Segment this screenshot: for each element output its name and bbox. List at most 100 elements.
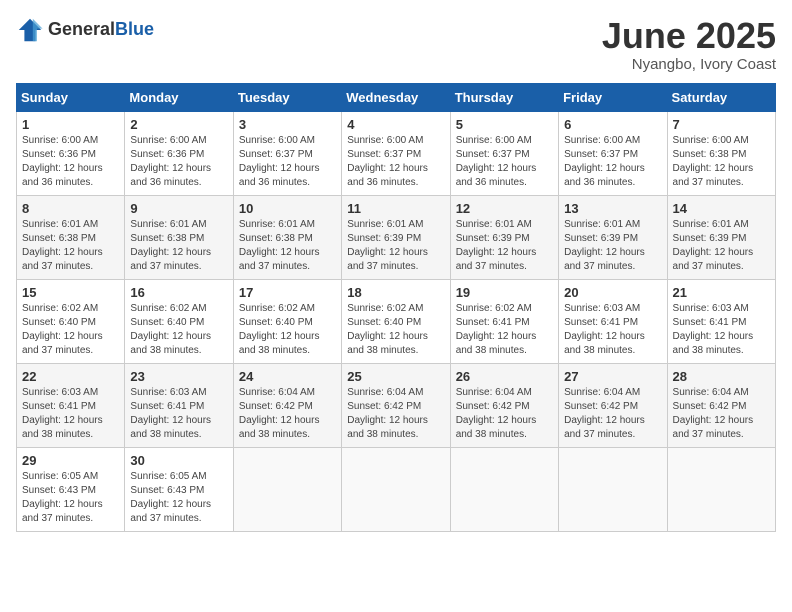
week-row-3: 15 Sunrise: 6:02 AM Sunset: 6:40 PM Dayli… bbox=[17, 279, 776, 363]
day-number: 16 bbox=[130, 285, 227, 300]
day-cell: 23Sunrise: 6:03 AM Sunset: 6:41 PM Dayli… bbox=[125, 363, 233, 447]
title-area: June 2025 Nyangbo, Ivory Coast bbox=[602, 16, 776, 73]
week-row-4: 22Sunrise: 6:03 AM Sunset: 6:41 PM Dayli… bbox=[17, 363, 776, 447]
day-info: Sunrise: 6:00 AM Sunset: 6:37 PM Dayligh… bbox=[239, 134, 336, 190]
week-row-5: 29 Sunrise: 6:05 AM Sunset: 6:43 PM Dayli… bbox=[17, 447, 776, 531]
day-cell: 29 Sunrise: 6:05 AM Sunset: 6:43 PM Dayli… bbox=[17, 447, 125, 531]
calendar-subtitle: Nyangbo, Ivory Coast bbox=[602, 56, 776, 73]
logo: General Blue bbox=[16, 16, 154, 44]
day-info: Sunrise: 6:02 AM Sunset: 6:40 PM Dayligh… bbox=[239, 302, 336, 358]
day-info: Sunrise: 6:04 AM Sunset: 6:42 PM Dayligh… bbox=[456, 386, 553, 442]
day-cell: 9 Sunrise: 6:01 AM Sunset: 6:38 PM Daylig… bbox=[125, 195, 233, 279]
day-cell: 16 Sunrise: 6:02 AM Sunset: 6:40 PM Dayli… bbox=[125, 279, 233, 363]
day-cell: 13Sunrise: 6:01 AM Sunset: 6:39 PM Dayli… bbox=[559, 195, 667, 279]
day-info: Sunrise: 6:01 AM Sunset: 6:38 PM Dayligh… bbox=[239, 218, 336, 274]
day-info: Sunrise: 6:03 AM Sunset: 6:41 PM Dayligh… bbox=[22, 386, 119, 442]
weekday-header-wednesday: Wednesday bbox=[342, 83, 450, 111]
day-info: Sunrise: 6:00 AM Sunset: 6:37 PM Dayligh… bbox=[564, 134, 661, 190]
logo-blue: Blue bbox=[115, 20, 154, 40]
day-number: 17 bbox=[239, 285, 336, 300]
day-info: Sunrise: 6:03 AM Sunset: 6:41 PM Dayligh… bbox=[673, 302, 770, 358]
day-cell: 8 Sunrise: 6:01 AM Sunset: 6:38 PM Daylig… bbox=[17, 195, 125, 279]
weekday-header-saturday: Saturday bbox=[667, 83, 775, 111]
day-cell bbox=[342, 447, 450, 531]
day-cell: 6Sunrise: 6:00 AM Sunset: 6:37 PM Daylig… bbox=[559, 111, 667, 195]
day-number: 20 bbox=[564, 285, 661, 300]
day-info: Sunrise: 6:01 AM Sunset: 6:39 PM Dayligh… bbox=[456, 218, 553, 274]
day-info: Sunrise: 6:03 AM Sunset: 6:41 PM Dayligh… bbox=[564, 302, 661, 358]
logo-general: General bbox=[48, 20, 115, 40]
day-cell: 10Sunrise: 6:01 AM Sunset: 6:38 PM Dayli… bbox=[233, 195, 341, 279]
weekday-header-friday: Friday bbox=[559, 83, 667, 111]
day-info: Sunrise: 6:05 AM Sunset: 6:43 PM Dayligh… bbox=[130, 470, 227, 526]
day-cell: 18Sunrise: 6:02 AM Sunset: 6:40 PM Dayli… bbox=[342, 279, 450, 363]
day-info: Sunrise: 6:01 AM Sunset: 6:38 PM Dayligh… bbox=[130, 218, 227, 274]
weekday-header-thursday: Thursday bbox=[450, 83, 558, 111]
day-cell: 20 Sunrise: 6:03 AM Sunset: 6:41 PM Dayli… bbox=[559, 279, 667, 363]
day-cell: 2 Sunrise: 6:00 AM Sunset: 6:36 PM Daylig… bbox=[125, 111, 233, 195]
calendar-title: June 2025 bbox=[602, 16, 776, 56]
day-number: 21 bbox=[673, 285, 770, 300]
day-info: Sunrise: 6:04 AM Sunset: 6:42 PM Dayligh… bbox=[347, 386, 444, 442]
day-cell: 28Sunrise: 6:04 AM Sunset: 6:42 PM Dayli… bbox=[667, 363, 775, 447]
day-cell: 1Sunrise: 6:00 AM Sunset: 6:36 PM Daylig… bbox=[17, 111, 125, 195]
day-info: Sunrise: 6:00 AM Sunset: 6:38 PM Dayligh… bbox=[673, 134, 770, 190]
day-cell: 26 Sunrise: 6:04 AM Sunset: 6:42 PM Dayli… bbox=[450, 363, 558, 447]
day-info: Sunrise: 6:00 AM Sunset: 6:37 PM Dayligh… bbox=[347, 134, 444, 190]
day-cell: 19Sunrise: 6:02 AM Sunset: 6:41 PM Dayli… bbox=[450, 279, 558, 363]
header: General Blue June 2025 Nyangbo, Ivory Co… bbox=[16, 16, 776, 73]
day-info: Sunrise: 6:00 AM Sunset: 6:37 PM Dayligh… bbox=[456, 134, 553, 190]
weekday-header-monday: Monday bbox=[125, 83, 233, 111]
day-number: 29 bbox=[22, 453, 119, 468]
day-cell: 15 Sunrise: 6:02 AM Sunset: 6:40 PM Dayli… bbox=[17, 279, 125, 363]
day-cell: 3 Sunrise: 6:00 AM Sunset: 6:37 PM Daylig… bbox=[233, 111, 341, 195]
logo-icon bbox=[16, 16, 44, 44]
day-number: 26 bbox=[456, 369, 553, 384]
week-row-1: 1 Sunrise: 6:00 AM Sunset: 6:36 PM Daylig… bbox=[17, 111, 776, 195]
day-number: 15 bbox=[22, 285, 119, 300]
day-cell: 27 Sunrise: 6:04 AM Sunset: 6:42 PM Dayli… bbox=[559, 363, 667, 447]
day-info: Sunrise: 6:05 AM Sunset: 6:43 PM Dayligh… bbox=[22, 470, 119, 526]
day-info: Sunrise: 6:01 AM Sunset: 6:39 PM Dayligh… bbox=[673, 218, 770, 274]
day-number: 9 bbox=[130, 201, 227, 216]
day-number: 8 bbox=[22, 201, 119, 216]
day-info: Sunrise: 6:04 AM Sunset: 6:42 PM Dayligh… bbox=[564, 386, 661, 442]
day-number: 5 bbox=[456, 117, 553, 132]
day-number: 30 bbox=[130, 453, 227, 468]
day-number: 3 bbox=[239, 117, 336, 132]
day-number: 27 bbox=[564, 369, 661, 384]
day-info: Sunrise: 6:04 AM Sunset: 6:42 PM Dayligh… bbox=[239, 386, 336, 442]
weekday-header-row: SundayMondayTuesdayWednesdayThursdayFrid… bbox=[17, 83, 776, 111]
week-row-2: 8 Sunrise: 6:01 AM Sunset: 6:38 PM Daylig… bbox=[17, 195, 776, 279]
day-cell: 25Sunrise: 6:04 AM Sunset: 6:42 PM Dayli… bbox=[342, 363, 450, 447]
day-cell: 14 Sunrise: 6:01 AM Sunset: 6:39 PM Dayli… bbox=[667, 195, 775, 279]
day-info: Sunrise: 6:03 AM Sunset: 6:41 PM Dayligh… bbox=[130, 386, 227, 442]
day-number: 4 bbox=[347, 117, 444, 132]
day-cell: 7 Sunrise: 6:00 AM Sunset: 6:38 PM Daylig… bbox=[667, 111, 775, 195]
day-info: Sunrise: 6:02 AM Sunset: 6:40 PM Dayligh… bbox=[22, 302, 119, 358]
day-number: 2 bbox=[130, 117, 227, 132]
weekday-header-sunday: Sunday bbox=[17, 83, 125, 111]
day-number: 13 bbox=[564, 201, 661, 216]
day-number: 24 bbox=[239, 369, 336, 384]
day-number: 11 bbox=[347, 201, 444, 216]
day-cell bbox=[667, 447, 775, 531]
day-cell: 12Sunrise: 6:01 AM Sunset: 6:39 PM Dayli… bbox=[450, 195, 558, 279]
day-cell: 30 Sunrise: 6:05 AM Sunset: 6:43 PM Dayli… bbox=[125, 447, 233, 531]
day-number: 19 bbox=[456, 285, 553, 300]
day-cell: 21 Sunrise: 6:03 AM Sunset: 6:41 PM Dayli… bbox=[667, 279, 775, 363]
day-info: Sunrise: 6:01 AM Sunset: 6:39 PM Dayligh… bbox=[347, 218, 444, 274]
day-number: 14 bbox=[673, 201, 770, 216]
day-info: Sunrise: 6:02 AM Sunset: 6:40 PM Dayligh… bbox=[347, 302, 444, 358]
day-cell bbox=[450, 447, 558, 531]
day-cell: 5 Sunrise: 6:00 AM Sunset: 6:37 PM Daylig… bbox=[450, 111, 558, 195]
day-number: 1 bbox=[22, 117, 119, 132]
day-info: Sunrise: 6:02 AM Sunset: 6:40 PM Dayligh… bbox=[130, 302, 227, 358]
logo-text: General Blue bbox=[48, 20, 154, 40]
weekday-header-tuesday: Tuesday bbox=[233, 83, 341, 111]
day-number: 7 bbox=[673, 117, 770, 132]
day-cell: 17 Sunrise: 6:02 AM Sunset: 6:40 PM Dayli… bbox=[233, 279, 341, 363]
day-info: Sunrise: 6:00 AM Sunset: 6:36 PM Dayligh… bbox=[130, 134, 227, 190]
day-cell: 4 Sunrise: 6:00 AM Sunset: 6:37 PM Daylig… bbox=[342, 111, 450, 195]
day-info: Sunrise: 6:01 AM Sunset: 6:38 PM Dayligh… bbox=[22, 218, 119, 274]
